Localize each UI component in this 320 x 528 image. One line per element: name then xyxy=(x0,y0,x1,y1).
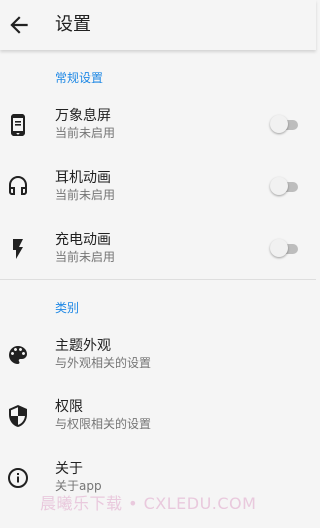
section-header-category: 类别 xyxy=(55,301,80,315)
switch-thumb xyxy=(270,177,288,195)
flash-icon xyxy=(13,239,23,259)
setting-subtitle: 关于app xyxy=(55,479,102,493)
back-button[interactable] xyxy=(6,12,32,38)
setting-title: 权限 xyxy=(55,399,83,415)
setting-subtitle: 与权限相关的设置 xyxy=(55,417,152,431)
page-title: 设置 xyxy=(55,14,91,35)
setting-item-theme[interactable]: 主题外观 与外观相关的设置 xyxy=(0,325,316,385)
setting-subtitle: 当前未启用 xyxy=(55,188,116,202)
setting-title: 充电动画 xyxy=(55,232,111,248)
phone-screen-icon xyxy=(11,114,25,136)
setting-title: 关于 xyxy=(55,461,83,477)
info-icon xyxy=(8,468,28,488)
arrow-back-icon xyxy=(10,16,28,34)
setting-item-charging-animation[interactable]: 充电动画 当前未启用 xyxy=(0,219,316,279)
watermark-text: 晨曦乐下载 • CXLEDU.COM xyxy=(40,494,257,513)
charging-animation-toggle[interactable] xyxy=(270,239,298,259)
section-divider xyxy=(0,279,316,280)
shield-icon xyxy=(9,405,27,427)
aod-toggle[interactable] xyxy=(270,115,298,135)
setting-item-aod[interactable]: 万象息屏 当前未启用 xyxy=(0,95,316,155)
palette-icon xyxy=(9,346,27,364)
setting-subtitle: 当前未启用 xyxy=(55,126,116,140)
headphones-icon xyxy=(9,176,27,195)
setting-subtitle: 当前未启用 xyxy=(55,250,116,264)
setting-title: 主题外观 xyxy=(55,338,111,354)
setting-item-headphone-animation[interactable]: 耳机动画 当前未启用 xyxy=(0,157,316,217)
section-header-general: 常规设置 xyxy=(55,71,104,85)
setting-subtitle: 与外观相关的设置 xyxy=(55,356,152,370)
setting-title: 耳机动画 xyxy=(55,170,111,186)
setting-title: 万象息屏 xyxy=(55,108,111,124)
app-bar: 设置 xyxy=(0,0,316,50)
headphone-animation-toggle[interactable] xyxy=(270,177,298,197)
switch-thumb xyxy=(270,115,288,133)
setting-item-permissions[interactable]: 权限 与权限相关的设置 xyxy=(0,386,316,446)
switch-thumb xyxy=(270,239,288,257)
